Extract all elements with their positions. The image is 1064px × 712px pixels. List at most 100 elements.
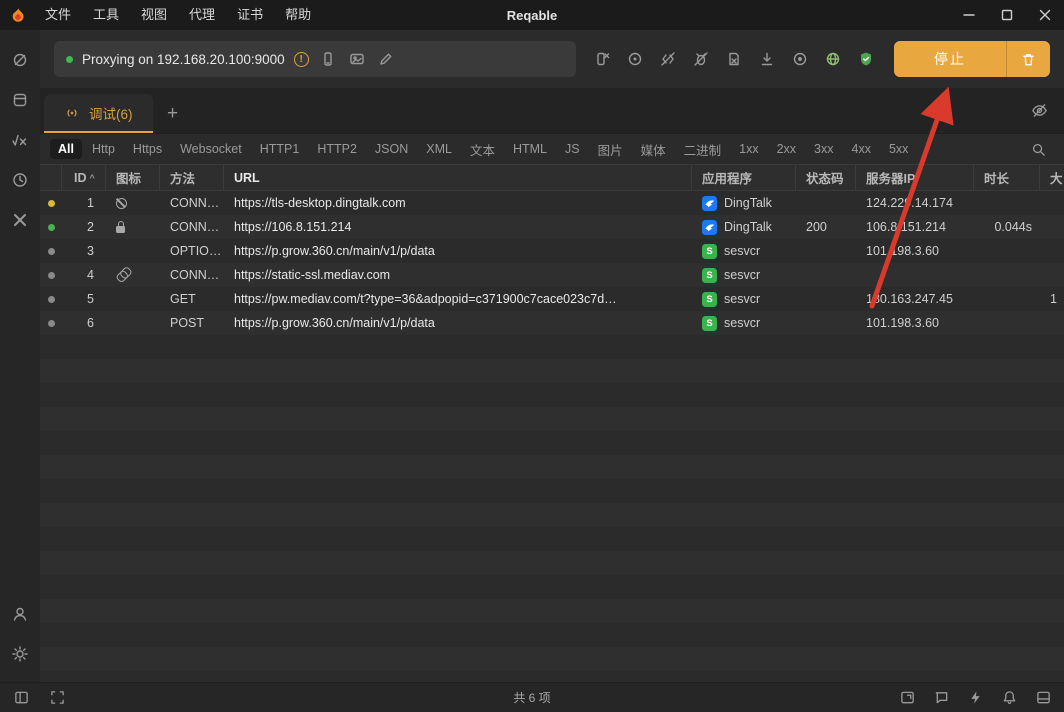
filter-chip-json[interactable]: JSON (367, 139, 416, 159)
proxy-status-chip[interactable]: Proxying on 192.168.20.100:9000 ! (54, 41, 576, 77)
filter-chip-二进制[interactable]: 二进制 (676, 137, 730, 162)
settings-icon[interactable] (2, 634, 38, 674)
row-url: https://tls-desktop.dingtalk.com (224, 191, 692, 215)
menu-item[interactable]: 证书 (226, 0, 274, 30)
row-size (1040, 311, 1064, 335)
table-row[interactable]: 4CONN…https://static-ssl.mediav.comSsesv… (40, 263, 1064, 287)
column-header[interactable]: 时长 (974, 165, 1040, 190)
table-row[interactable]: 6POSThttps://p.grow.360.cn/main/v1/p/dat… (40, 311, 1064, 335)
filter-chip-http[interactable]: Http (84, 139, 123, 159)
screenshot-icon[interactable] (347, 49, 367, 69)
column-header[interactable]: 图标 (106, 165, 160, 190)
table-row[interactable]: 5GEThttps://pw.mediav.com/t?type=36&adpo… (40, 287, 1064, 311)
script-icon[interactable] (2, 120, 38, 160)
empty-rows-area[interactable] (40, 335, 1064, 682)
menu-item[interactable]: 工具 (82, 0, 130, 30)
filter-chip-all[interactable]: All (50, 139, 82, 159)
column-header[interactable]: 服务器IP (856, 165, 974, 190)
column-header[interactable]: 状态码 (796, 165, 856, 190)
app-name: DingTalk (724, 196, 772, 210)
bug-off-icon[interactable] (689, 47, 713, 71)
menu-item[interactable]: 帮助 (274, 0, 322, 30)
clear-session-icon[interactable] (1007, 41, 1050, 77)
network-icon[interactable] (821, 47, 845, 71)
mirror-off-icon[interactable] (590, 47, 614, 71)
row-id: 5 (62, 287, 106, 311)
status-dot (48, 200, 55, 207)
bottom-panel-icon[interactable] (1034, 689, 1052, 707)
filter-chip-xml[interactable]: XML (418, 139, 460, 159)
column-header[interactable]: URL (224, 165, 692, 190)
filter-chip-js[interactable]: JS (557, 139, 588, 159)
column-header[interactable]: 应用程序 (692, 165, 796, 190)
menu-item[interactable]: 代理 (178, 0, 226, 30)
api-testing-icon[interactable] (2, 40, 38, 80)
toolbar: Proxying on 192.168.20.100:9000 ! (40, 30, 1064, 88)
stop-button-label[interactable]: 停止 (894, 41, 1006, 77)
upgrade-icon[interactable] (966, 689, 984, 707)
row-duration (974, 311, 1040, 335)
phone-icon[interactable] (318, 49, 338, 69)
filter-chip-html[interactable]: HTML (505, 139, 555, 159)
row-size (1040, 239, 1064, 263)
ssl-shield-icon[interactable] (854, 47, 878, 71)
history-icon[interactable] (2, 160, 38, 200)
breakpoint-off-icon[interactable] (656, 47, 680, 71)
filter-chip-2xx[interactable]: 2xx (769, 139, 804, 159)
table-row[interactable]: 1CONN…https://tls-desktop.dingtalk.comDi… (40, 191, 1064, 215)
filter-chip-文本[interactable]: 文本 (462, 137, 503, 162)
row-server-ip: 180.163.247.45 (856, 287, 974, 311)
filterbar: AllHttpHttpsWebsocketHTTP1HTTP2JSONXML文本… (40, 134, 1064, 164)
filter-chip-4xx[interactable]: 4xx (844, 139, 879, 159)
status-dot (48, 272, 55, 279)
filter-chip-1xx[interactable]: 1xx (731, 139, 766, 159)
account-icon[interactable] (2, 594, 38, 634)
menu-item[interactable]: 文件 (34, 0, 82, 30)
filter-chip-https[interactable]: Https (125, 139, 170, 159)
filter-chip-websocket[interactable]: Websocket (172, 139, 250, 159)
filter-chip-5xx[interactable]: 5xx (881, 139, 916, 159)
row-app: Ssesvcr (692, 239, 796, 263)
table-row[interactable]: 2CONN…https://106.8.151.214DingTalk20010… (40, 215, 1064, 239)
filter-chip-http1[interactable]: HTTP1 (252, 139, 308, 159)
search-icon[interactable] (1031, 142, 1046, 157)
feedback-icon[interactable] (932, 689, 950, 707)
minimize-button[interactable] (950, 0, 988, 30)
edit-icon[interactable] (376, 49, 396, 69)
row-duration (974, 191, 1040, 215)
fullscreen-icon[interactable] (48, 689, 66, 707)
column-header[interactable]: 大 (1040, 165, 1064, 190)
tab-debug[interactable]: 调试(6) (44, 94, 153, 133)
row-method: POST (160, 311, 224, 335)
filter-chip-http2[interactable]: HTTP2 (309, 139, 365, 159)
maximize-button[interactable] (988, 0, 1026, 30)
close-button[interactable] (1026, 0, 1064, 30)
warning-icon[interactable]: ! (294, 52, 309, 67)
status-dot-cell (40, 239, 62, 263)
toggle-sidebar-icon[interactable] (12, 689, 30, 707)
sniffer-icon[interactable] (623, 47, 647, 71)
menu-item[interactable]: 视图 (130, 0, 178, 30)
rewrite-off-icon[interactable] (722, 47, 746, 71)
hide-columns-icon[interactable] (1031, 102, 1048, 119)
table-row[interactable]: 3OPTIO…https://p.grow.360.cn/main/v1/p/d… (40, 239, 1064, 263)
stop-proxy-button[interactable]: 停止 (894, 41, 1050, 77)
float-window-icon[interactable] (898, 689, 916, 707)
filter-chip-图片[interactable]: 图片 (590, 137, 631, 162)
record-icon[interactable] (788, 47, 812, 71)
toolbox-icon[interactable] (2, 200, 38, 240)
lock-icon (116, 226, 125, 233)
notifications-icon[interactable] (1000, 689, 1018, 707)
column-header[interactable]: ID^ (62, 165, 106, 190)
filter-chip-媒体[interactable]: 媒体 (633, 137, 674, 162)
collection-icon[interactable] (2, 80, 38, 120)
proxy-status-text: Proxying on 192.168.20.100:9000 (82, 52, 285, 67)
column-header[interactable]: 方法 (160, 165, 224, 190)
row-status (796, 191, 856, 215)
row-app: Ssesvcr (692, 311, 796, 335)
download-icon[interactable] (755, 47, 779, 71)
row-method: CONN… (160, 215, 224, 239)
filter-chip-3xx[interactable]: 3xx (806, 139, 841, 159)
new-tab-button[interactable]: + (153, 94, 193, 133)
toolbar-actions (590, 47, 878, 71)
